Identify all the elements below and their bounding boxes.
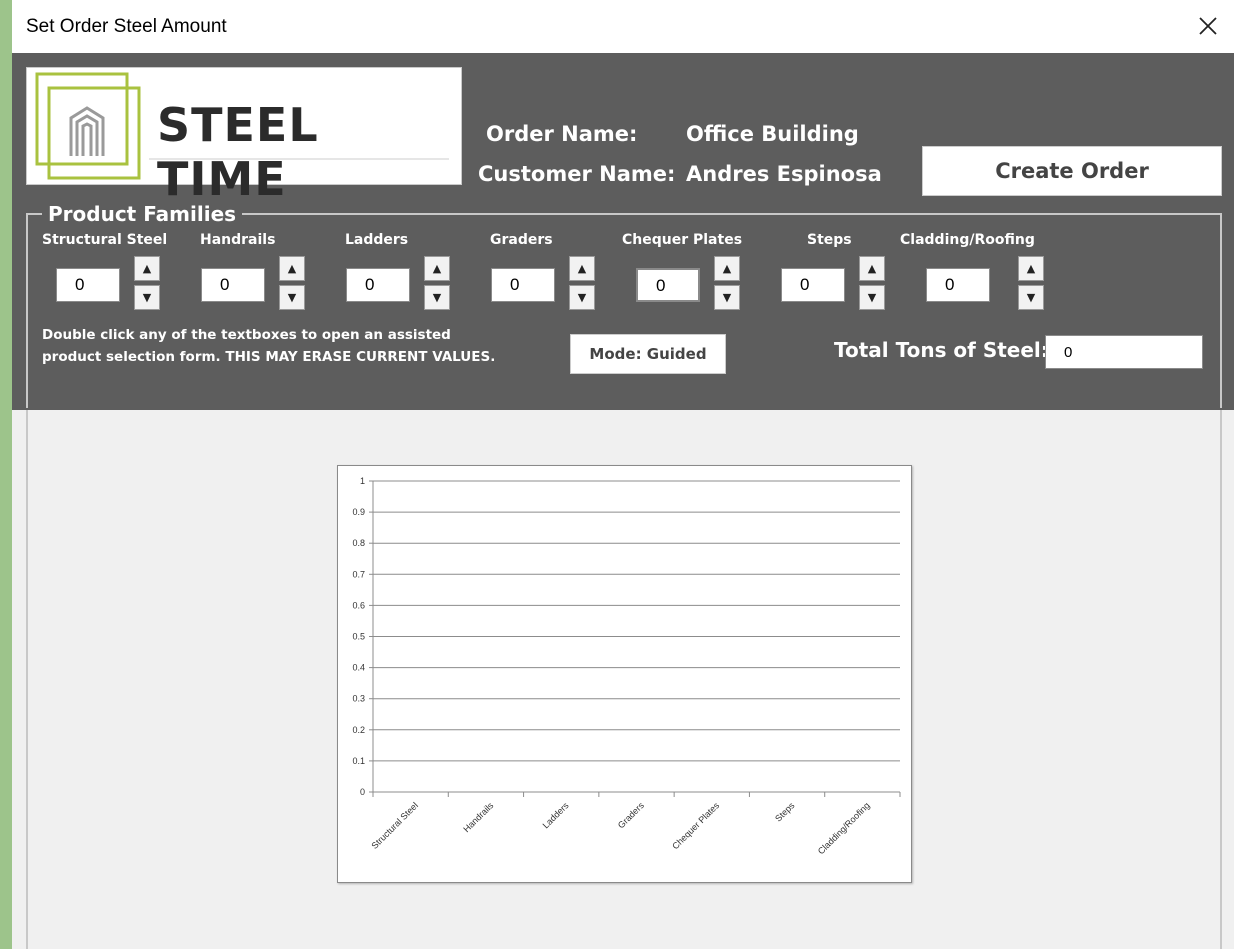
x-tick-label: Ladders [541, 800, 571, 830]
x-tick-label: Graders [616, 800, 646, 830]
steel-time-logo: STEEL TIME [26, 67, 462, 206]
y-tick-label: 0.4 [352, 663, 365, 673]
y-tick-label: 0.8 [352, 538, 365, 548]
chequer-plates-label: Chequer Plates [622, 232, 743, 248]
cladding-roofing-label: Cladding/Roofing [900, 232, 1035, 248]
arrow-up-icon[interactable]: ▲ [424, 256, 450, 281]
handrails-input[interactable]: 0 [201, 268, 265, 302]
ladders-spinner: ▲ ▼ [424, 256, 450, 310]
y-tick-label: 0.1 [352, 756, 365, 766]
graders-input[interactable]: 0 [491, 268, 555, 302]
structural-steel-label: Structural Steel [42, 232, 168, 248]
arrow-up-icon[interactable]: ▲ [279, 256, 305, 281]
arrow-down-icon[interactable]: ▼ [279, 285, 305, 310]
steps-input[interactable]: 0 [781, 268, 845, 302]
arrow-down-icon[interactable]: ▼ [714, 285, 740, 310]
graders-label: Graders [490, 232, 553, 248]
steps-spinner: ▲ ▼ [859, 256, 885, 310]
brand-name: STEEL TIME [157, 98, 319, 206]
steps-label: Steps [807, 232, 852, 248]
arrow-up-icon[interactable]: ▲ [714, 256, 740, 281]
customer-name-label: Customer Name: [478, 162, 676, 186]
cladding-roofing-spinner: ▲ ▼ [1018, 256, 1044, 310]
order-steel-window: Set Order Steel Amount STEEL TIME Order … [12, 0, 1234, 949]
handrails-label: Handrails [200, 232, 276, 248]
x-tick-label: Handrails [461, 800, 495, 834]
chequer-plates-spinner: ▲ ▼ [714, 256, 740, 310]
arrow-down-icon[interactable]: ▼ [134, 285, 160, 310]
arrow-up-icon[interactable]: ▲ [134, 256, 160, 281]
bar-chart: 0 0.1 0.2 0.3 0.4 0.5 0.6 0.7 0.8 0.9 1 Structural … [352, 476, 901, 856]
header-panel: STEEL TIME Order Name: Office Building C… [12, 53, 1234, 410]
chequer-plates-input[interactable]: 0 [636, 268, 700, 302]
group-border-left [26, 410, 28, 949]
window-title: Set Order Steel Amount [26, 16, 227, 37]
y-tick-label: 0.2 [352, 725, 365, 735]
cladding-roofing-input[interactable]: 0 [926, 268, 990, 302]
x-tick-label: Structural Steel [369, 800, 420, 851]
handrails-spinner: ▲ ▼ [279, 256, 305, 310]
ladders-input[interactable]: 0 [346, 268, 410, 302]
total-tons-input[interactable]: 0 [1045, 335, 1203, 369]
customer-name-value: Andres Espinosa [686, 162, 882, 186]
close-icon[interactable] [1194, 12, 1222, 40]
x-tick-label: Cladding/Roofing [816, 800, 872, 856]
arrow-up-icon[interactable]: ▲ [859, 256, 885, 281]
order-name-value: Office Building [686, 122, 859, 146]
arrow-up-icon[interactable]: ▲ [569, 256, 595, 281]
y-tick-label: 0.3 [352, 694, 365, 704]
steel-building-logo-icon [35, 72, 141, 180]
y-tick-label: 0.9 [352, 507, 365, 517]
mode-guided-button[interactable]: Mode: Guided [570, 334, 726, 374]
total-tons-label: Total Tons of Steel: [834, 338, 1049, 362]
arrow-up-icon[interactable]: ▲ [1018, 256, 1044, 281]
order-name-label: Order Name: [486, 122, 638, 146]
y-tick-label: 1 [360, 476, 365, 486]
group-border-right [1220, 410, 1222, 949]
assisted-selection-hint: Double click any of the textboxes to ope… [42, 324, 562, 368]
y-tick-label: 0.6 [352, 600, 365, 610]
arrow-down-icon[interactable]: ▼ [1018, 285, 1044, 310]
steel-chart: 0 0.1 0.2 0.3 0.4 0.5 0.6 0.7 0.8 0.9 1 Structural … [337, 465, 912, 883]
create-order-button[interactable]: Create Order [922, 146, 1222, 196]
hint-line-2: product selection form. THIS MAY ERASE C… [42, 349, 496, 365]
ladders-label: Ladders [345, 232, 409, 248]
hint-line-1: Double click any of the textboxes to ope… [42, 327, 451, 343]
product-families-title: Product Families [42, 202, 243, 226]
arrow-down-icon[interactable]: ▼ [569, 285, 595, 310]
title-bar: Set Order Steel Amount [12, 0, 1234, 53]
logo-divider [149, 158, 449, 160]
y-tick-label: 0.5 [352, 632, 365, 642]
x-tick-label: Chequer Plates [670, 800, 721, 851]
y-tick-label: 0.7 [352, 569, 365, 579]
arrow-down-icon[interactable]: ▼ [424, 285, 450, 310]
graders-spinner: ▲ ▼ [569, 256, 595, 310]
structural-steel-spinner: ▲ ▼ [134, 256, 160, 310]
y-tick-label: 0 [360, 787, 365, 797]
arrow-down-icon[interactable]: ▼ [859, 285, 885, 310]
x-tick-label: Steps [773, 800, 797, 824]
structural-steel-input[interactable]: 0 [56, 268, 120, 302]
